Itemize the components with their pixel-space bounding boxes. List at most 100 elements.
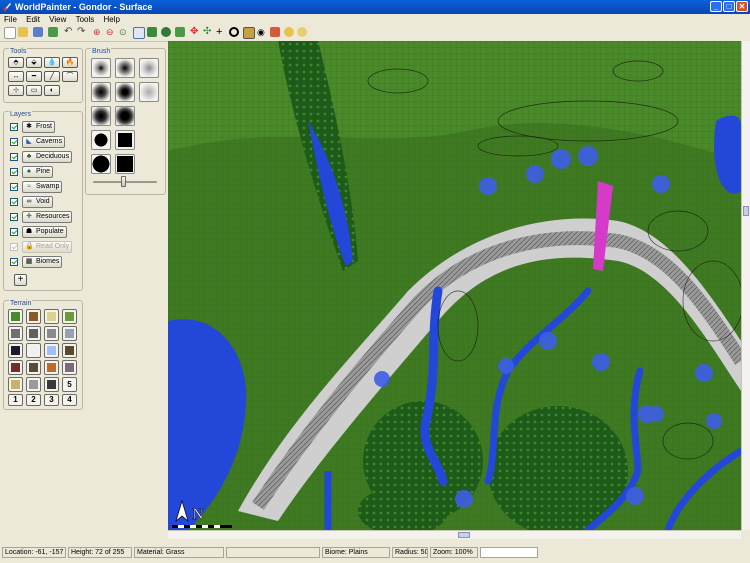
zoom-reset-icon[interactable]: ⊙	[119, 27, 129, 37]
layer-populate-button[interactable]: ☗ Populate	[22, 226, 67, 238]
fill-tool-button[interactable]: ▭	[26, 85, 42, 96]
layer-deciduous-checkbox[interactable]	[10, 153, 18, 161]
terrain-mycelium[interactable]	[62, 360, 77, 375]
undo-icon[interactable]: ↶	[64, 27, 74, 37]
flatten-tool-button[interactable]: ━	[26, 71, 42, 82]
layer-pine-checkbox[interactable]	[10, 168, 18, 176]
map-canvas[interactable]: N	[168, 41, 741, 530]
layer-caverns-button[interactable]: ◣ Caverns	[22, 136, 66, 148]
terrain-clay[interactable]	[62, 326, 77, 341]
terrain-dirt[interactable]	[26, 309, 41, 324]
terrain-podzol[interactable]	[62, 343, 77, 358]
brush-hard-circle[interactable]	[91, 130, 111, 150]
sun-icon[interactable]	[284, 27, 294, 37]
layer-frost-checkbox[interactable]	[10, 123, 18, 131]
brush-hard-square-large[interactable]	[115, 154, 135, 174]
brush-soft-large[interactable]	[91, 106, 111, 126]
brush-hard-circle-large[interactable]	[91, 154, 111, 174]
terrain-gravel[interactable]	[44, 326, 59, 341]
menu-help[interactable]: Help	[104, 14, 120, 25]
slope-tool-button[interactable]: ╱	[44, 71, 60, 82]
terrain-snow[interactable]	[26, 343, 41, 358]
terrain-sand[interactable]	[44, 309, 59, 324]
smooth-tool-button[interactable]: ↔	[8, 71, 24, 82]
layer-biomes-button[interactable]: ▦ Biomes	[22, 256, 63, 268]
layer-frost-button[interactable]: ✱ Frost	[22, 121, 55, 133]
terrain-netherrack[interactable]	[8, 360, 23, 375]
mountain-icon[interactable]	[175, 27, 185, 37]
layer-swamp-checkbox[interactable]	[10, 183, 18, 191]
layer-populate-checkbox[interactable]	[10, 228, 18, 236]
brush-soft-square-large[interactable]	[115, 106, 135, 126]
layer-void-checkbox[interactable]	[10, 198, 18, 206]
new-file-icon[interactable]	[4, 27, 16, 39]
gradient-tool-button[interactable]: ◐	[44, 85, 60, 96]
brush-soft-small[interactable]	[91, 58, 111, 78]
map-vertical-scrollbar[interactable]	[741, 41, 750, 530]
layer-biomes-checkbox[interactable]	[10, 258, 18, 266]
terrain-1-button[interactable]: 1	[8, 394, 23, 406]
layer-pine-button[interactable]: ♠ Pine	[22, 166, 54, 178]
terrain-stone[interactable]	[8, 326, 23, 341]
layer-caverns-checkbox[interactable]	[10, 138, 18, 146]
layer-resources-checkbox[interactable]	[10, 213, 18, 221]
flood-tool-button[interactable]: 💧	[44, 57, 60, 68]
add-layer-button[interactable]: +	[14, 274, 27, 286]
terrain-cobble[interactable]	[26, 326, 41, 341]
terrain-obsidian[interactable]	[8, 343, 23, 358]
move-icon[interactable]: ✥	[190, 27, 200, 37]
brush-noise[interactable]	[139, 58, 159, 78]
lava-tool-button[interactable]: 🔥	[62, 57, 78, 68]
save-icon[interactable]	[33, 27, 43, 37]
terrain-3-button[interactable]: 3	[44, 394, 59, 406]
layer-deciduous-button[interactable]: ♣ Deciduous	[22, 151, 73, 163]
terrain-mix[interactable]	[26, 377, 41, 392]
round-tool-button[interactable]: ⌒	[62, 71, 78, 82]
brush-noise-medium[interactable]	[139, 82, 159, 102]
maximize-button[interactable]: □	[723, 1, 735, 12]
menu-tools[interactable]: Tools	[76, 14, 95, 25]
minimize-button[interactable]: _	[710, 1, 722, 12]
target-icon[interactable]	[229, 27, 239, 37]
terrain-map[interactable]: N	[168, 41, 741, 530]
light-icon[interactable]	[297, 27, 307, 37]
redo-icon[interactable]: ↷	[77, 27, 87, 37]
dimension-icon[interactable]	[133, 27, 145, 39]
layer-void-button[interactable]: ∞ Void	[22, 196, 53, 208]
terrain-red-sand[interactable]	[44, 360, 59, 375]
tree-icon[interactable]	[147, 27, 157, 37]
menu-file[interactable]: File	[4, 14, 17, 25]
terrain-ice[interactable]	[44, 343, 59, 358]
terrain-moss[interactable]	[62, 309, 77, 324]
spray-tool-button[interactable]: ⊹	[8, 85, 24, 96]
map-horizontal-scrollbar[interactable]	[168, 530, 741, 539]
terrain-4-button[interactable]: 4	[62, 394, 77, 406]
map-horizontal-scroll-thumb[interactable]	[458, 532, 470, 538]
brush-intensity-slider[interactable]	[121, 176, 126, 187]
zoom-in-icon[interactable]: ⊕	[93, 27, 103, 37]
terrain-sandstone[interactable]	[8, 377, 23, 392]
layer-resources-button[interactable]: ✚ Resources	[22, 211, 73, 223]
brush-soft-medium[interactable]	[91, 82, 111, 102]
crosshair-icon[interactable]: +	[216, 27, 226, 38]
image-icon[interactable]	[243, 27, 255, 39]
zoom-out-icon[interactable]: ⊖	[106, 27, 116, 37]
close-button[interactable]: ✕	[736, 1, 748, 12]
menu-edit[interactable]: Edit	[26, 14, 40, 25]
brush-soft-square[interactable]	[115, 58, 135, 78]
brush-soft-square-medium[interactable]	[115, 82, 135, 102]
terrain-custom[interactable]	[44, 377, 59, 392]
globe-icon[interactable]	[161, 27, 171, 37]
lower-tool-button[interactable]: ⬙	[26, 57, 42, 68]
terrain-5-button[interactable]: 5	[62, 377, 77, 392]
expand-icon[interactable]: ✣	[203, 27, 213, 37]
eye-icon[interactable]: ◉	[257, 27, 267, 37]
menu-view[interactable]: View	[49, 14, 66, 25]
map-vertical-scroll-thumb[interactable]	[743, 206, 749, 216]
terrain-grass[interactable]	[8, 309, 23, 324]
brush-hard-square[interactable]	[115, 130, 135, 150]
open-folder-icon[interactable]	[18, 27, 28, 37]
terrain-2-button[interactable]: 2	[26, 394, 41, 406]
export-icon[interactable]	[48, 27, 58, 37]
terrain-soulsand[interactable]	[26, 360, 41, 375]
